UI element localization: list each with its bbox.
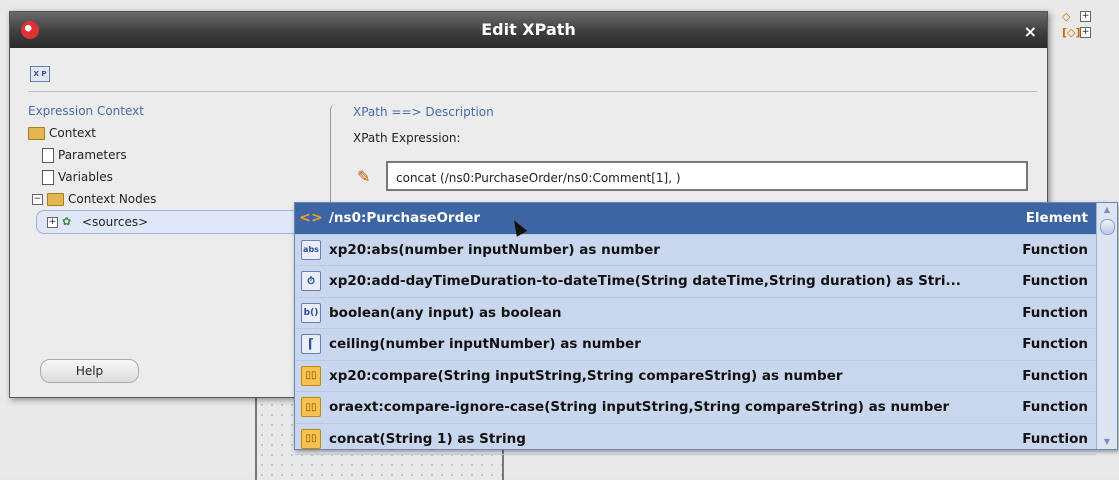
suggestion-name: xp20:abs(number inputNumber) as number [329,241,660,258]
scroll-up-icon[interactable]: ▲ [1097,203,1117,217]
background-element-node: ◇ + [1062,8,1112,24]
collapse-icon[interactable]: − [32,193,43,205]
ceiling-icon: ⌈ [301,334,321,355]
autocomplete-popup: <> /ns0:PurchaseOrder Element abs xp20:a… [294,202,1118,455]
datetime-icon: ⏱ [301,271,321,292]
suggestion-name: concat(String 1) as String [329,430,526,447]
element-icon: ◇ [1062,9,1071,23]
suggestion-list: <> /ns0:PurchaseOrder Element abs xp20:a… [295,203,1096,455]
document-icon [42,147,54,163]
tree-item-label: Variables [58,170,113,184]
xpath-toolbar-icon[interactable]: X P [30,66,50,82]
abs-icon: abs [301,239,321,260]
popup-scrollbar[interactable]: ▲ ▼ [1096,203,1117,449]
xpath-expression-input[interactable]: concat (/ns0:PurchaseOrder/ns0:Comment[1… [386,161,1028,191]
expand-icon[interactable]: + [1080,10,1091,22]
suggestion-name: xp20:add-dayTimeDuration-to-dateTime(Str… [329,273,961,290]
suggestion-name: ceiling(number inputNumber) as number [329,336,641,353]
context-tree: Context Parameters Variables − Context N… [28,122,328,234]
expand-icon[interactable]: + [47,216,58,228]
tree-item-label: <sources> [82,215,149,229]
suggestion-type: Function [1022,241,1088,258]
suggestion-name: boolean(any input) as boolean [329,304,562,321]
tree-item-variables[interactable]: Variables [28,166,328,188]
suggestion-item[interactable]: ▯▯ oraext:compare-ignore-case(String inp… [295,392,1096,424]
schema-node-icon: ✿ [62,215,72,228]
pencil-icon[interactable]: ✎ [357,167,377,187]
suggestion-name: xp20:compare(String inputString,String c… [329,367,843,384]
scroll-thumb[interactable] [1100,219,1115,235]
toolbar-separator [28,91,1037,92]
suggestion-type: Function [1022,304,1088,321]
tree-item-label: Parameters [58,148,127,162]
background-tree-icons: ◇ + [◇] + [1062,8,1112,40]
suggestion-type: Function [1022,367,1088,384]
concat-icon: ▯▯ [301,428,321,449]
tree-item-context[interactable]: Context [28,122,328,144]
suggestion-item[interactable]: ⏱ xp20:add-dayTimeDuration-to-dateTime(S… [295,266,1096,298]
tree-item-parameters[interactable]: Parameters [28,144,328,166]
attribute-icon: [◇] [1062,25,1081,39]
suggestion-item[interactable]: ▯▯ xp20:compare(String inputString,Strin… [295,361,1096,392]
close-button[interactable]: × [1024,22,1037,41]
document-icon [42,169,54,185]
tree-item-label: Context [49,126,97,140]
scroll-down-icon[interactable]: ▼ [1097,435,1117,449]
dialog-titlebar: Edit XPath × [10,12,1047,48]
background-attribute-node: [◇] + [1062,24,1112,40]
compare-ignore-case-icon: ▯▯ [301,397,321,418]
tree-item-sources[interactable]: + ✿ <sources> [36,210,308,234]
boolean-icon: b() [301,302,321,323]
tree-item-label: Context Nodes [68,192,157,206]
xpath-pane: XPath ==> Description XPath Expression: … [353,105,1043,191]
suggestion-item[interactable]: abs xp20:abs(number inputNumber) as numb… [295,235,1096,266]
help-button[interactable]: Help [40,359,139,383]
suggestion-name: /ns0:PurchaseOrder [329,210,481,227]
expression-context-header: Expression Context [28,104,144,118]
suggestion-name: oraext:compare-ignore-case(String inputS… [329,399,950,416]
suggestion-type: Function [1022,430,1088,447]
tree-item-context-nodes[interactable]: − Context Nodes [28,188,328,210]
suggestion-item[interactable]: <> /ns0:PurchaseOrder Element [295,203,1096,235]
expand-icon[interactable]: + [1080,26,1091,38]
suggestion-item[interactable]: ⌈ ceiling(number inputNumber) as number … [295,329,1096,361]
suggestion-type: Function [1022,336,1088,353]
expression-context-pane: Expression Context Context Parameters Va… [28,104,328,344]
suggestion-item[interactable]: b() boolean(any input) as boolean Functi… [295,298,1096,329]
element-icon: <> [299,210,323,227]
suggestion-type: Function [1022,273,1088,290]
xpath-expression-label: XPath Expression: [353,131,461,145]
suggestion-item[interactable]: ▯▯ concat(String 1) as String Function [295,424,1096,455]
compare-icon: ▯▯ [301,365,321,386]
xpath-description-header: XPath ==> Description [353,105,494,119]
folder-open-icon [47,192,64,206]
suggestion-type: Function [1022,399,1088,416]
folder-open-icon [28,126,45,140]
suggestion-type: Element [1025,210,1088,227]
dialog-title: Edit XPath [481,20,576,39]
